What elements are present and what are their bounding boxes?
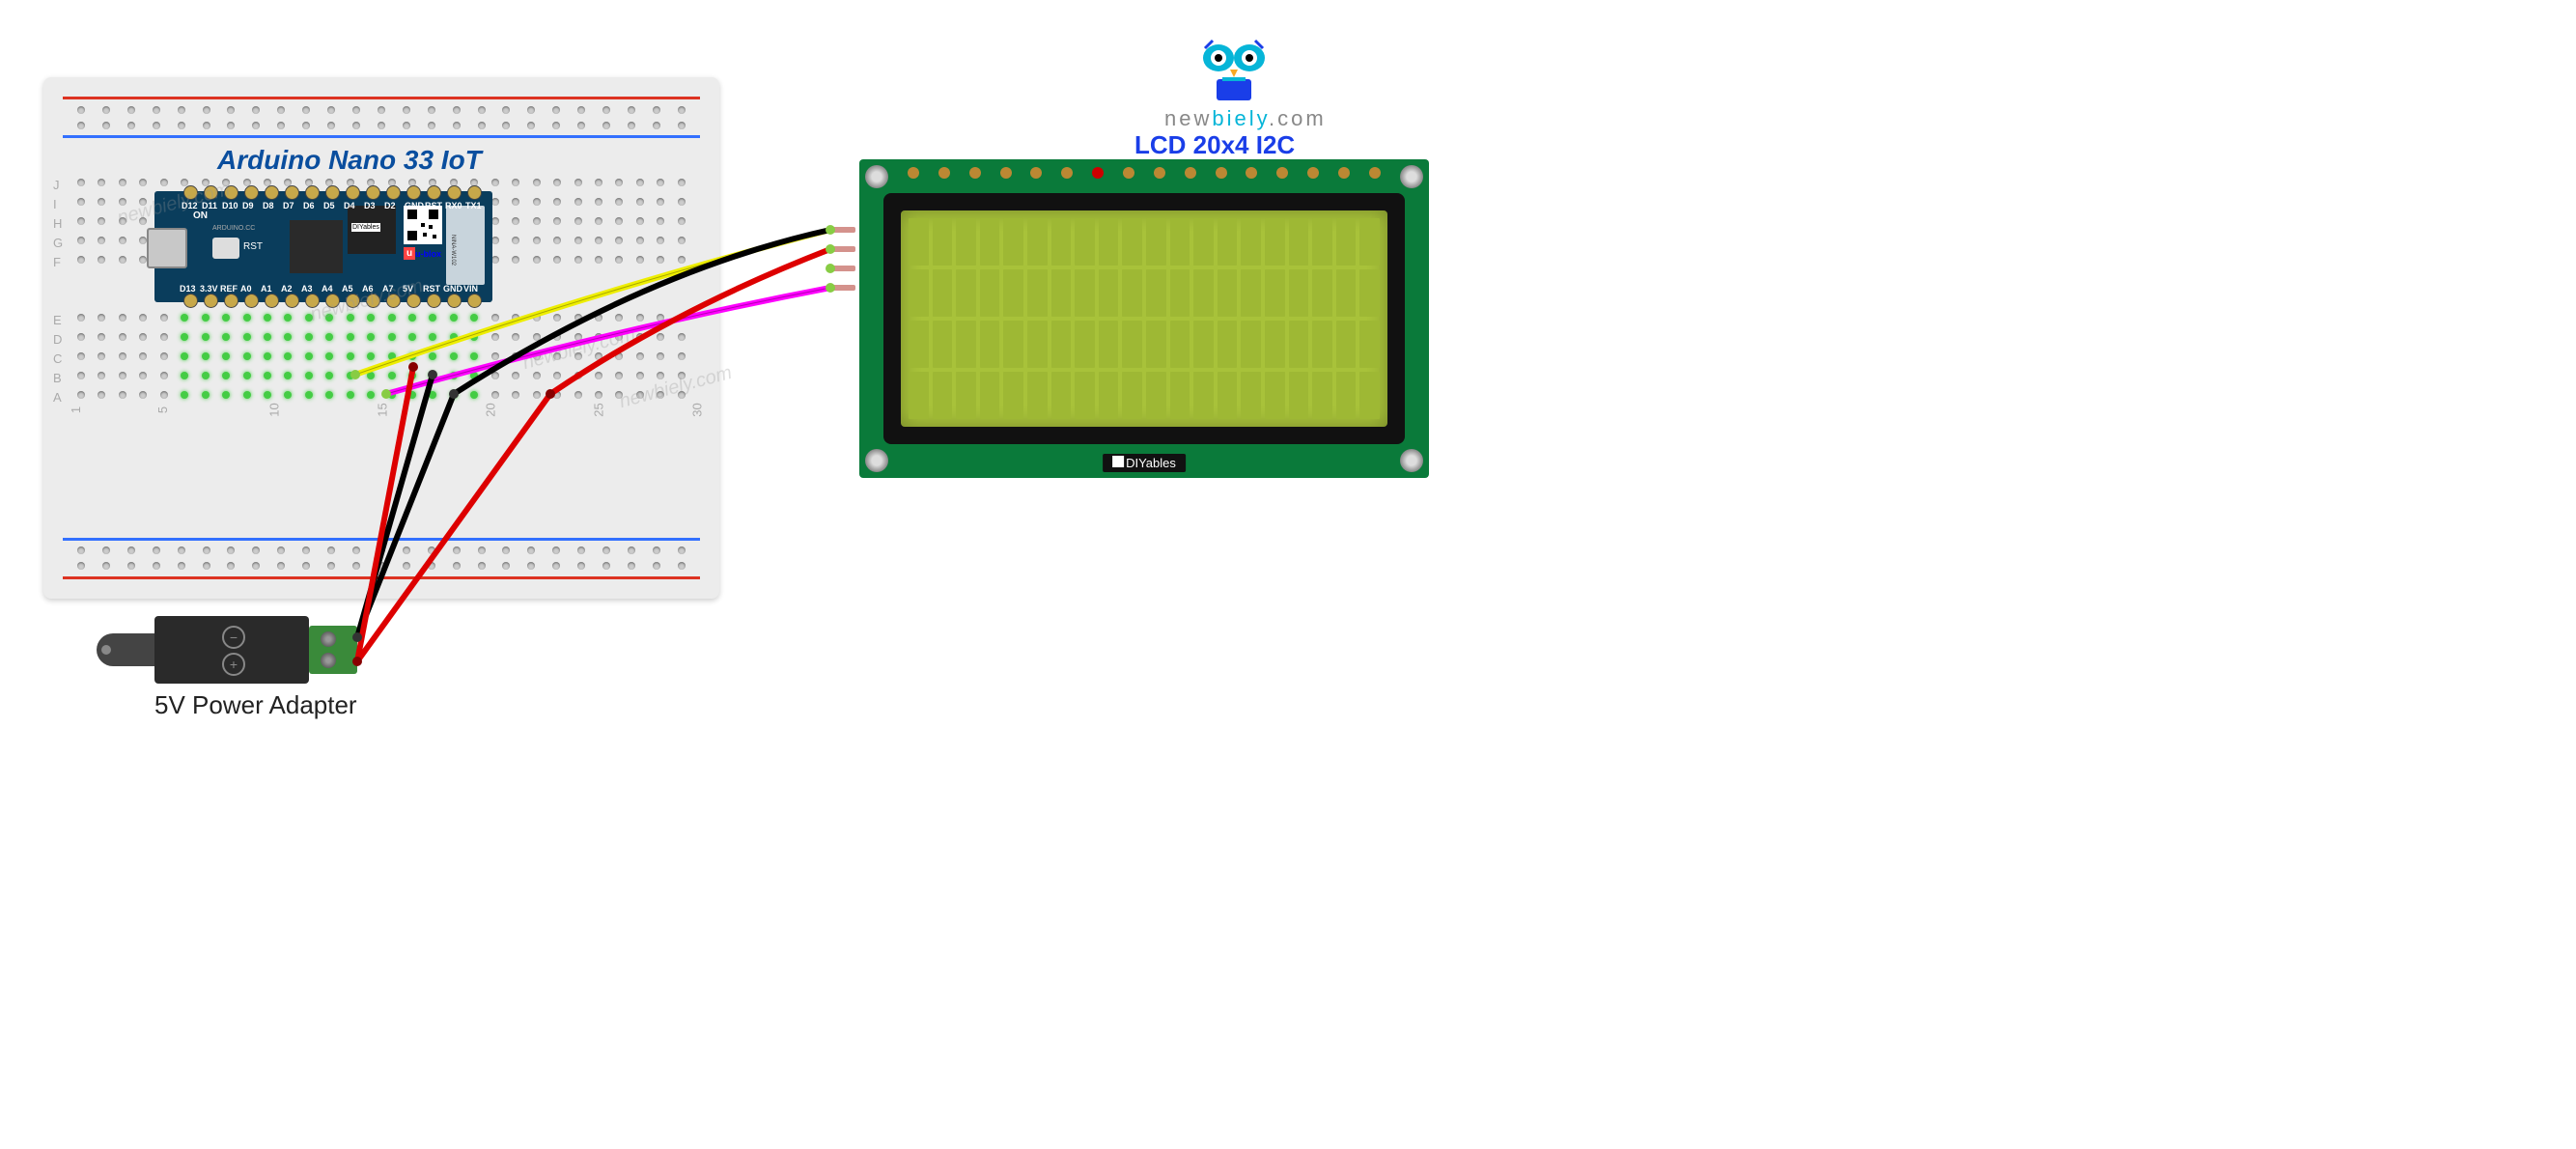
bb-number: 15 (376, 403, 390, 416)
i2c-header (828, 227, 855, 304)
tie-point-row (77, 314, 686, 322)
silkscreen-label: ARDUINO.CC (212, 225, 255, 232)
power-rail-top-neg (63, 135, 700, 138)
bb-number: 1 (69, 406, 83, 413)
tie-point-row (77, 333, 686, 341)
terminal-screw-neg (321, 631, 336, 647)
mounting-hole-icon (1400, 165, 1423, 188)
on-label: ON (193, 210, 208, 221)
brand-url: newbiely.com (1164, 106, 1327, 131)
polarity-negative-icon: − (222, 626, 245, 649)
bb-letter: H (53, 216, 62, 231)
lcd-screen (901, 210, 1387, 427)
wiring-diagram: newbiely.com LCD 20x4 I2C J I H G F E D … (19, 19, 2576, 1130)
rail-holes (77, 546, 686, 554)
bb-number: 10 (267, 403, 282, 416)
bb-letter: D (53, 332, 62, 347)
solder-pad-row (908, 167, 1381, 182)
bb-letter: J (53, 178, 60, 192)
lcd-bezel (883, 193, 1405, 444)
barrel-center-pin (101, 645, 111, 655)
mounting-hole-icon (865, 449, 888, 472)
bb-letter: I (53, 197, 57, 211)
bb-letter: C (53, 351, 62, 366)
bb-number: 30 (690, 403, 705, 416)
lcd-brand-label: DIYables (1103, 454, 1186, 472)
power-rail-top-pos (63, 97, 700, 99)
qr-code-icon (404, 206, 442, 244)
terminal-screw-pos (321, 653, 336, 668)
rst-label: RST (243, 241, 263, 252)
chip: DIYables (348, 206, 396, 254)
polarity-positive-icon: + (222, 653, 245, 676)
diyables-chip-label: DIYables (351, 223, 380, 232)
usb-port-icon (147, 228, 187, 268)
rail-holes (77, 106, 686, 114)
polarity-marks: − + (222, 626, 245, 680)
bb-letter: E (53, 313, 62, 327)
lcd-brand-text: DIYables (1126, 456, 1176, 470)
bb-letter: A (53, 390, 62, 405)
rail-holes (77, 562, 686, 570)
brand-prefix: new (1164, 106, 1212, 130)
bb-number: 25 (592, 403, 606, 416)
power-adapter-label: 5V Power Adapter (154, 690, 357, 720)
arduino-nano-33-iot: RST ON ARDUINO.CC DIYables NINA-W102 u u… (154, 191, 492, 302)
wifi-module: NINA-W102 (446, 206, 485, 285)
ublox-label: u (404, 247, 415, 260)
brand-name: biely (1212, 106, 1269, 130)
bb-number: 5 (155, 406, 170, 413)
rail-holes (77, 122, 686, 129)
lcd-pin-vcc (828, 246, 855, 252)
lcd-title: LCD 20x4 I2C (1134, 130, 1295, 160)
reset-button (212, 238, 239, 259)
tie-point-row (77, 179, 686, 186)
lcd-20x4-module: DIYables (859, 159, 1429, 478)
bb-letter: G (53, 236, 63, 250)
lcd-pin-sda (828, 266, 855, 271)
bb-number: 20 (484, 403, 498, 416)
tie-point-row (77, 352, 686, 360)
owl-logo-icon (1195, 39, 1273, 106)
barrel-jack: − + (154, 616, 309, 684)
mounting-hole-icon (1400, 449, 1423, 472)
lcd-pin-scl (828, 285, 855, 291)
lcd-pin-gnd (828, 227, 855, 233)
screw-terminal (309, 626, 357, 674)
mounting-hole-icon (865, 165, 888, 188)
bb-letter: F (53, 255, 61, 269)
mcu-chip (290, 220, 343, 273)
tie-point-row (77, 372, 686, 379)
ublox-text: u-blox (415, 249, 441, 259)
tie-point-row (77, 391, 686, 399)
arduino-title: Arduino Nano 33 IoT (217, 145, 482, 176)
power-rail-bot-neg (63, 538, 700, 541)
wifi-module-label: NINA-W102 (450, 235, 456, 266)
brand-suffix: .com (1269, 106, 1327, 130)
bb-letter: B (53, 371, 62, 385)
power-rail-bot-pos (63, 576, 700, 579)
power-adapter: − + (154, 616, 309, 684)
